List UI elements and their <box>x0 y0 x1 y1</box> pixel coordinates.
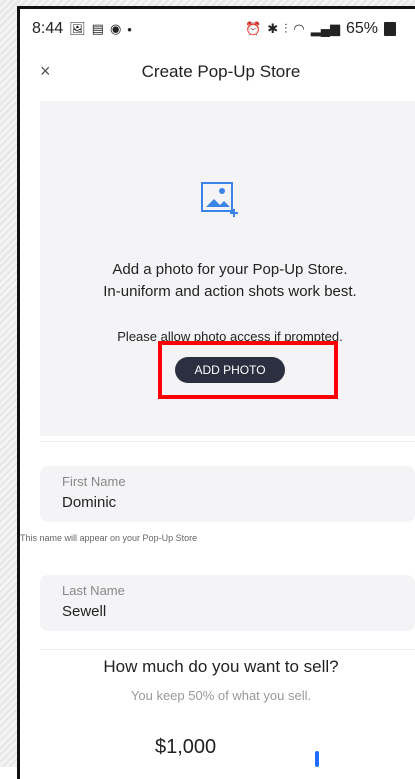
news-icon: ▤ <box>91 21 104 36</box>
close-button[interactable]: × <box>40 61 51 82</box>
first-name-helper: This name will appear on your Pop-Up Sto… <box>20 533 198 543</box>
podcast-icon: ◉ <box>109 21 122 36</box>
bluetooth-icon: ✱ <box>267 21 279 36</box>
status-bar: 8:44 🖼 ▤ ◉ • ⏰ ✱ ⫶ ◠ ▂▄▆ 65% <box>20 9 415 49</box>
first-name-value[interactable]: Dominic <box>62 494 116 511</box>
phone-screen: 8:44 🖼 ▤ ◉ • ⏰ ✱ ⫶ ◠ ▂▄▆ 65% × Create Po… <box>17 6 415 779</box>
last-name-label: Last Name <box>62 583 125 598</box>
sell-title: How much do you want to sell? <box>103 657 339 676</box>
status-time: 8:44 <box>32 20 64 37</box>
photo-instructions: Add a photo for your Pop-Up Store. In-un… <box>40 259 415 303</box>
status-left: 8:44 🖼 ▤ ◉ • <box>32 20 132 38</box>
divider <box>40 649 415 650</box>
photo-line-2: In-uniform and action shots work best. <box>103 283 357 300</box>
photo-line-1: Add a photo for your Pop-Up Store. <box>112 261 348 278</box>
wifi-icon: ◠ <box>293 21 305 36</box>
dot-icon: • <box>127 21 132 37</box>
battery-icon <box>384 22 396 36</box>
header: × Create Pop-Up Store <box>20 49 415 95</box>
divider <box>40 441 415 442</box>
sell-subtitle: You keep 50% of what you sell. <box>130 688 312 703</box>
battery-text: 65% <box>345 20 378 37</box>
photo-panel: Add a photo for your Pop-Up Store. In-un… <box>40 101 415 436</box>
image-icon: 🖼 <box>69 21 86 36</box>
first-name-label: First Name <box>62 474 126 489</box>
sell-slider-handle[interactable] <box>315 751 319 767</box>
last-name-field[interactable]: Last Name Sewell <box>40 575 415 631</box>
last-name-value[interactable]: Sewell <box>62 603 106 620</box>
page-title: Create Pop-Up Store <box>141 62 301 81</box>
add-image-icon <box>201 182 238 217</box>
highlight-box <box>158 341 338 399</box>
status-right: ⏰ ✱ ⫶ ◠ ▂▄▆ 65% <box>245 20 410 38</box>
signal-icon: ▂▄▆ <box>310 21 340 36</box>
vibrate-icon: ⫶ <box>284 21 288 36</box>
sell-amount: $1,000 <box>155 736 217 758</box>
alarm-icon: ⏰ <box>245 21 262 36</box>
first-name-field[interactable]: First Name Dominic <box>40 466 415 522</box>
